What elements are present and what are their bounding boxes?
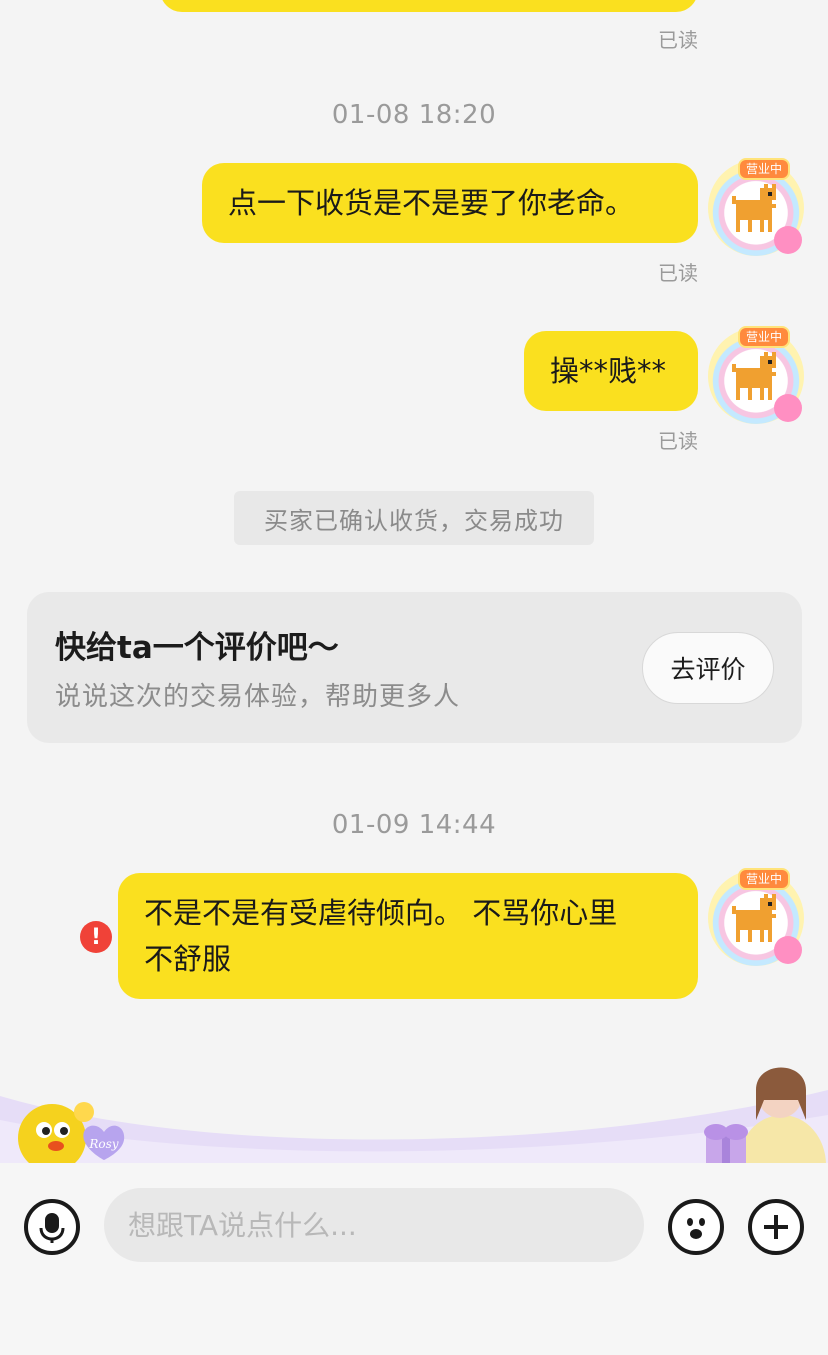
message-text: 点一下收货是不是要了你老命。 [228,186,635,220]
plus-icon [764,1215,788,1239]
review-prompt-card: 快给ta一个评价吧～ 说说这次的交易体验，帮助更多人 去评价 [27,592,802,743]
message-text-line: 不舒服 [144,942,232,976]
chat-bubble-message[interactable]: 点一下收货是不是要了你老命。 [202,163,698,243]
user-avatar[interactable]: 营业中 [708,326,804,424]
octopus-sticker-icon [774,936,802,964]
avatar-status-tag: 营业中 [738,868,791,890]
chat-timestamp: 01-09 14:44 [331,810,497,840]
avatar-status-tag: 营业中 [738,158,791,180]
chat-bubble-message[interactable]: 操**贱** [524,331,698,411]
user-avatar[interactable]: 营业中 [708,868,804,966]
user-avatar[interactable]: 营业中 [708,158,804,256]
pixel-dog-icon [732,894,780,942]
chat-bubble-previous[interactable] [160,0,698,12]
emoji-button[interactable] [668,1199,724,1255]
system-notice: 买家已确认收货，交易成功 [234,491,594,545]
chat-bubble-message[interactable]: 不是不是有受虐待倾向。 不骂你心里 不舒服 [118,873,698,999]
microphone-icon [39,1213,65,1243]
more-options-button[interactable] [748,1199,804,1255]
read-status: 已读 [658,28,698,52]
octopus-sticker-icon [774,394,802,422]
emoji-face-icon [687,1218,705,1239]
message-text: 操**贱** [550,354,667,388]
message-input[interactable] [104,1188,644,1262]
gift-box-icon [704,1124,748,1165]
promo-banner-decoration[interactable]: Rosy [0,1060,828,1165]
octopus-sticker-icon [774,226,802,254]
message-text-line: 不是不是有受虐待倾向。 不骂你心里 [144,896,618,930]
pixel-dog-icon [732,184,780,232]
avatar-status-tag: 营业中 [738,326,791,348]
go-review-button[interactable]: 去评价 [642,632,774,704]
read-status: 已读 [658,429,698,453]
review-card-title: 快给ta一个评价吧～ [55,630,339,666]
badge-text: Rosy [88,1137,118,1151]
chat-timestamp: 01-08 18:20 [331,100,497,130]
review-card-subtitle: 说说这次的交易体验，帮助更多人 [55,682,461,712]
send-failed-icon[interactable]: ! [80,921,112,953]
pixel-dog-icon [732,352,780,400]
read-status: 已读 [658,261,698,285]
voice-input-button[interactable] [24,1199,80,1255]
